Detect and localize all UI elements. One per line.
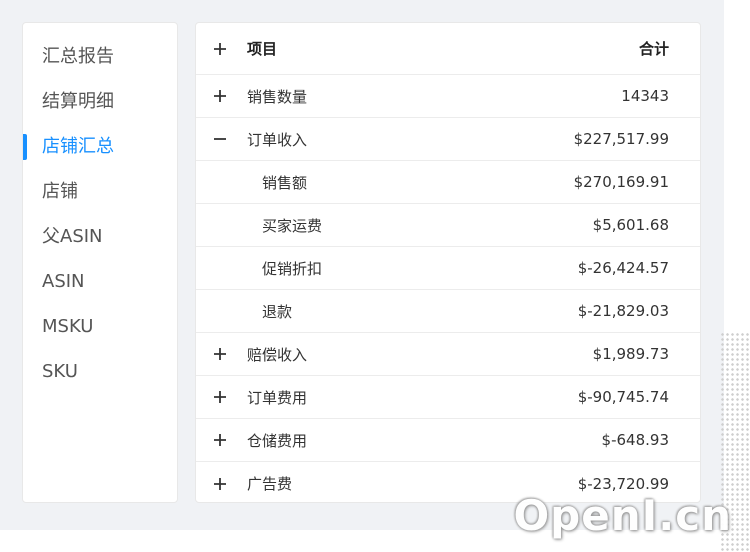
row-total: $5,601.68 (592, 216, 669, 234)
sidebar-item-asin[interactable]: ASIN (23, 266, 177, 298)
column-header-total: 合计 (638, 40, 669, 58)
row-name: 促销折扣 (262, 259, 323, 278)
expand-plus-icon[interactable] (212, 389, 228, 405)
row-name: 广告费 (247, 475, 293, 493)
summary-table: 项目 合计 销售数量 14343 订单收入 $227,517.99 销售额 $2… (195, 22, 701, 503)
sidebar-item-summary-report[interactable]: 汇总报告 (23, 41, 177, 73)
sidebar-item-msku[interactable]: MSKU (23, 311, 177, 343)
row-name: 订单费用 (247, 388, 308, 407)
expand-plus-icon[interactable] (212, 346, 228, 362)
row-total: $270,169.91 (573, 173, 669, 191)
row-total: $-21,829.03 (577, 302, 669, 320)
table-row: 赔偿收入 $1,989.73 (196, 333, 700, 376)
row-name: 买家运费 (262, 216, 323, 235)
table-row: 订单收入 $227,517.99 (196, 118, 700, 161)
row-total: $-90,745.74 (577, 388, 669, 406)
watermark-logo: OpenI.cn (513, 491, 732, 540)
row-name: 退款 (262, 302, 293, 321)
sidebar-item-parent-asin[interactable]: 父ASIN (23, 221, 177, 253)
row-total: $-26,424.57 (577, 259, 669, 277)
sidebar-item-sku[interactable]: SKU (23, 356, 177, 388)
row-name: 订单收入 (247, 130, 308, 149)
row-name: 赔偿收入 (247, 345, 308, 364)
row-name: 销售额 (262, 173, 308, 192)
table-row: 仓储费用 $-648.93 (196, 419, 700, 462)
sidebar-item-store-summary[interactable]: 店铺汇总 (23, 131, 177, 163)
sidebar-nav: 汇总报告 结算明细 店铺汇总 店铺 父ASIN ASIN MSKU SKU (22, 22, 178, 503)
row-name: 销售数量 (247, 87, 308, 106)
table-row: 销售额 $270,169.91 (196, 161, 700, 204)
table-row: 销售数量 14343 (196, 75, 700, 118)
expand-all-plus-icon[interactable] (212, 41, 228, 57)
table-row: 订单费用 $-90,745.74 (196, 376, 700, 419)
sidebar-item-settlement-details[interactable]: 结算明细 (23, 86, 177, 118)
expand-plus-icon[interactable] (212, 476, 228, 492)
table-row: 退款 $-21,829.03 (196, 290, 700, 333)
expand-plus-icon[interactable] (212, 88, 228, 104)
row-name: 仓储费用 (247, 431, 308, 450)
sidebar-item-store[interactable]: 店铺 (23, 176, 177, 208)
expand-plus-icon[interactable] (212, 432, 228, 448)
row-total: $1,989.73 (592, 345, 669, 363)
row-total: $227,517.99 (573, 130, 669, 148)
collapse-minus-icon[interactable] (212, 131, 228, 147)
table-header-row: 项目 合计 (196, 23, 700, 75)
row-total: 14343 (621, 87, 669, 105)
table-row: 买家运费 $5,601.68 (196, 204, 700, 247)
row-total: $-648.93 (601, 431, 669, 449)
column-header-item: 项目 (247, 40, 278, 58)
table-row: 促销折扣 $-26,424.57 (196, 247, 700, 290)
